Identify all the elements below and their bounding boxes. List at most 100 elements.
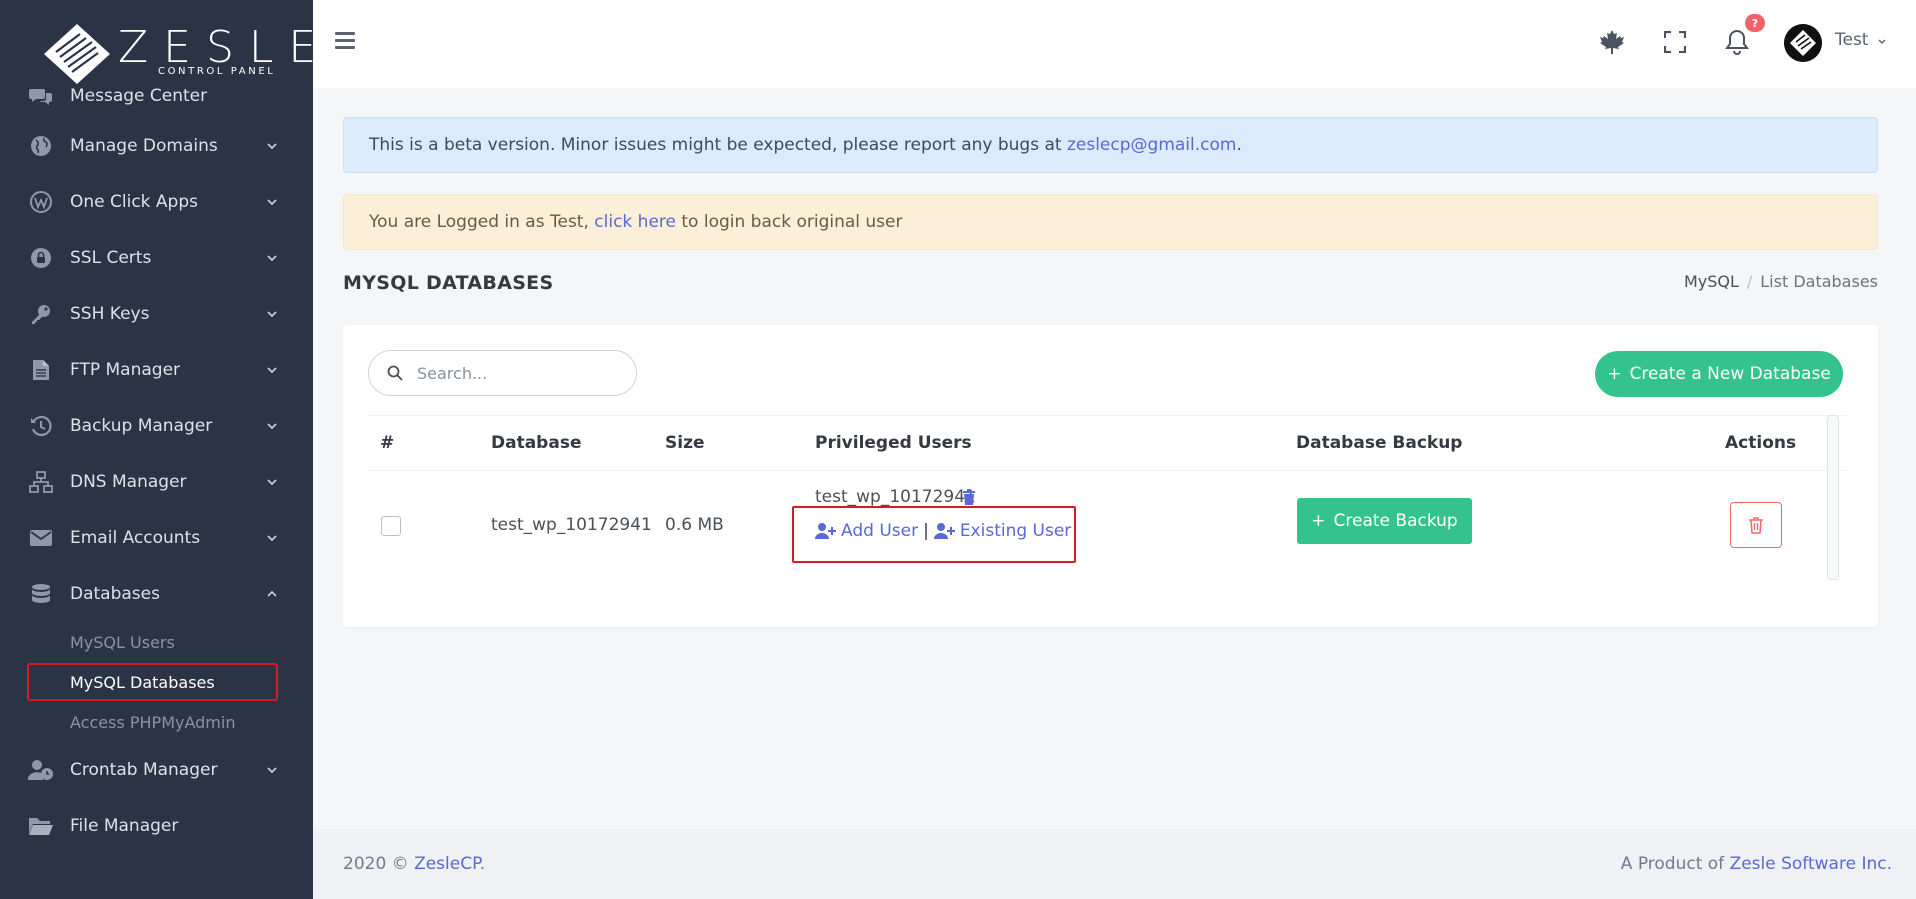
sidebar-item-message-center[interactable]: Message Center <box>0 74 313 118</box>
sidebar-item-label: FTP Manager <box>70 360 181 380</box>
sidebar-item-label: One Click Apps <box>70 192 198 212</box>
breadcrumb: MySQL / List Databases <box>1684 272 1878 291</box>
sidebar-item-ftp-manager[interactable]: FTP Manager <box>0 342 313 398</box>
user-clock-icon <box>28 758 54 782</box>
sidebar-item-ssl-certs[interactable]: SSL Certs <box>0 230 313 286</box>
chevron-down-icon <box>267 479 277 486</box>
sidebar-subitem-mysql-databases[interactable]: MySQL Databases <box>0 662 313 702</box>
sidebar-menu: Message Center Manage Domains One Click … <box>0 80 313 854</box>
chevron-down-icon <box>267 143 277 150</box>
topbar: ? Test <box>313 0 1916 88</box>
search-box <box>368 350 637 396</box>
sidebar-item-label: SSL Certs <box>70 248 152 268</box>
sidebar-item-label: Databases <box>70 584 160 604</box>
sidebar-item-label: File Manager <box>70 816 179 836</box>
search-icon <box>387 365 403 381</box>
table-header: # Database Size Privileged Users Databas… <box>367 415 1847 471</box>
fullscreen-icon[interactable] <box>1659 26 1691 58</box>
beta-alert-end: . <box>1236 135 1242 155</box>
create-backup-label: Create Backup <box>1333 511 1458 531</box>
sidebar-item-file-manager[interactable]: File Manager <box>0 798 313 854</box>
maple-leaf-icon[interactable] <box>1596 26 1628 58</box>
page-title: MYSQL DATABASES <box>343 272 554 294</box>
key-icon <box>28 302 54 326</box>
create-backup-button[interactable]: + Create Backup <box>1297 498 1472 544</box>
privileged-user-name: test_wp_10172941 <box>815 487 976 507</box>
brand-name: ZESLE <box>118 22 332 73</box>
sidebar-item-databases[interactable]: Databases <box>0 566 313 622</box>
network-icon <box>28 470 54 494</box>
sidebar-item-email-accounts[interactable]: Email Accounts <box>0 510 313 566</box>
footer-year: 2020 © <box>343 854 415 874</box>
breadcrumb-separator: / <box>1746 272 1753 291</box>
login-alert-text: You are Logged in as Test, <box>369 212 589 232</box>
footer-copyright: 2020 © ZesleCP. <box>343 854 485 874</box>
chevron-down-icon <box>267 535 277 542</box>
sidebar-item-manage-domains[interactable]: Manage Domains <box>0 118 313 174</box>
sidebar-item-one-click-apps[interactable]: One Click Apps <box>0 174 313 230</box>
column-header-number: # <box>380 433 395 453</box>
column-header-size: Size <box>665 433 705 453</box>
envelope-icon <box>28 526 54 550</box>
column-header-privileged-users: Privileged Users <box>815 433 972 453</box>
column-header-database: Database <box>491 433 582 453</box>
login-alert-end: to login back original user <box>681 212 903 232</box>
database-size: 0.6 MB <box>665 515 724 535</box>
chat-icon <box>28 84 54 108</box>
chevron-down-icon <box>267 255 277 262</box>
highlight-box <box>792 506 1076 563</box>
table-scrollbar[interactable] <box>1827 415 1839 580</box>
sidebar-item-backup-manager[interactable]: Backup Manager <box>0 398 313 454</box>
user-menu-name[interactable]: Test <box>1835 30 1868 50</box>
notification-badge: ? <box>1745 14 1765 32</box>
plus-icon: + <box>1607 364 1622 384</box>
sidebar-item-label: Message Center <box>70 86 208 106</box>
sidebar-item-dns-manager[interactable]: DNS Manager <box>0 454 313 510</box>
login-back-link[interactable]: click here <box>594 212 676 232</box>
create-database-button[interactable]: + Create a New Database <box>1595 351 1843 397</box>
sidebar-item-label: Manage Domains <box>70 136 218 156</box>
sidebar-subitem-mysql-users[interactable]: MySQL Users <box>0 622 313 662</box>
column-header-database-backup: Database Backup <box>1296 433 1463 453</box>
remove-user-trash-icon[interactable] <box>962 489 976 505</box>
sidebar-subitem-label: Access PHPMyAdmin <box>70 712 236 732</box>
sidebar-item-label: Crontab Manager <box>70 760 218 780</box>
sidebar-item-ssh-keys[interactable]: SSH Keys <box>0 286 313 342</box>
trash-icon <box>1749 517 1763 534</box>
beta-alert-text: This is a beta version. Minor issues mig… <box>369 135 1062 155</box>
sidebar-item-label: DNS Manager <box>70 472 187 492</box>
bell-icon[interactable] <box>1721 26 1753 58</box>
search-input[interactable] <box>417 359 617 387</box>
delete-database-button[interactable] <box>1730 502 1782 548</box>
chevron-down-icon <box>267 311 277 318</box>
plus-icon: + <box>1311 511 1326 531</box>
footer-brand-link[interactable]: ZesleCP <box>414 854 480 874</box>
sidebar-subitem-label: MySQL Users <box>70 632 175 652</box>
sidebar-item-crontab-manager[interactable]: Crontab Manager <box>0 742 313 798</box>
chevron-down-icon <box>267 199 277 206</box>
chevron-down-icon <box>267 423 277 430</box>
chevron-up-icon <box>267 590 277 597</box>
footer-company-link[interactable]: Zesle Software Inc. <box>1730 854 1892 874</box>
footer-product: A Product of Zesle Software Inc. <box>1621 854 1892 874</box>
column-header-actions: Actions <box>1725 433 1797 453</box>
history-icon <box>28 414 54 438</box>
sidebar-item-label: Email Accounts <box>70 528 201 548</box>
highlight-box <box>27 663 278 701</box>
databases-table: # Database Size Privileged Users Databas… <box>367 415 1847 581</box>
footer-dot: . <box>479 854 486 874</box>
brand-logo[interactable]: ZESLE CONTROL PANEL <box>42 20 316 84</box>
chevron-down-icon[interactable] <box>1877 37 1887 47</box>
lock-icon <box>28 246 54 270</box>
support-email-link[interactable]: zeslecp@gmail.com <box>1067 135 1237 155</box>
row-checkbox[interactable] <box>381 516 401 536</box>
chevron-down-icon <box>267 767 277 774</box>
database-name: test_wp_10172941 <box>491 515 652 535</box>
beta-alert: This is a beta version. Minor issues mig… <box>343 117 1878 173</box>
breadcrumb-item-mysql[interactable]: MySQL <box>1684 272 1739 291</box>
database-icon <box>28 582 54 606</box>
sidebar-subitem-access-phpmyadmin[interactable]: Access PHPMyAdmin <box>0 702 313 742</box>
avatar[interactable] <box>1784 24 1822 62</box>
hamburger-menu-icon[interactable] <box>335 32 355 50</box>
sidebar-item-label: SSH Keys <box>70 304 150 324</box>
